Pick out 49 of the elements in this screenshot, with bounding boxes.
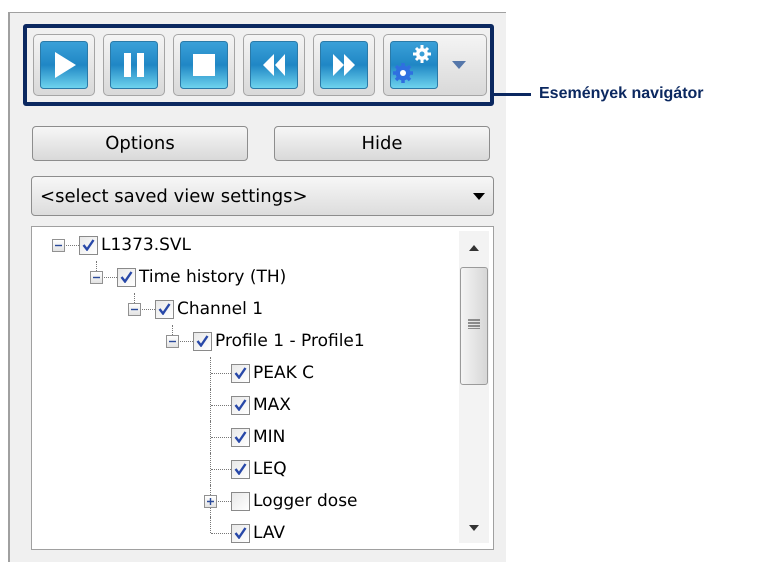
hide-button[interactable]: Hide xyxy=(274,126,490,161)
checkbox[interactable] xyxy=(231,364,250,382)
settings-button[interactable] xyxy=(383,34,487,96)
tree-item-label[interactable]: PEAK C xyxy=(253,362,314,384)
plus-icon xyxy=(207,498,214,504)
collapse-toggle[interactable] xyxy=(128,302,141,316)
tree-item-label[interactable]: Channel 1 xyxy=(177,298,264,320)
stop-icon xyxy=(180,41,228,89)
fast-forward-button[interactable] xyxy=(313,34,375,96)
checkbox[interactable] xyxy=(231,396,250,414)
grip-icon xyxy=(468,319,480,329)
tree-item-label[interactable]: Logger dose xyxy=(253,490,358,512)
checkbox[interactable] xyxy=(231,460,250,478)
scrollbar[interactable] xyxy=(459,231,489,543)
tree-item-label[interactable]: LAV xyxy=(253,522,286,544)
scroll-up-icon[interactable] xyxy=(469,245,479,251)
pause-icon xyxy=(110,41,158,89)
view-settings-dropdown[interactable]: <select saved view settings> xyxy=(31,176,494,216)
play-button[interactable] xyxy=(33,34,95,96)
scroll-thumb[interactable] xyxy=(460,267,488,385)
tree-item-label[interactable]: Time history (TH) xyxy=(139,266,286,288)
rewind-icon xyxy=(250,41,298,89)
tree-item-label[interactable]: L1373.SVL xyxy=(101,234,192,256)
checkbox[interactable] xyxy=(155,300,174,318)
dropdown-arrow-icon xyxy=(473,192,485,200)
checkbox[interactable] xyxy=(193,332,212,350)
collapse-toggle[interactable] xyxy=(166,334,179,348)
options-button[interactable]: Options xyxy=(32,126,248,161)
checkbox[interactable] xyxy=(231,428,250,446)
callout-label: Események navigátor xyxy=(539,84,704,104)
checkbox[interactable] xyxy=(231,492,250,510)
pause-button[interactable] xyxy=(103,34,165,96)
tree-item-label[interactable]: LEQ xyxy=(253,458,287,480)
collapse-toggle[interactable] xyxy=(90,270,103,284)
tree-item-label[interactable]: MAX xyxy=(253,394,291,416)
play-icon xyxy=(40,41,88,89)
tree-item-label[interactable]: Profile 1 - Profile1 xyxy=(215,330,365,352)
gears-icon xyxy=(390,41,438,89)
stop-button[interactable] xyxy=(173,34,235,96)
tree-item-label[interactable]: MIN xyxy=(253,426,286,448)
fast-forward-icon xyxy=(320,41,368,89)
rewind-button[interactable] xyxy=(243,34,305,96)
scroll-down-icon[interactable] xyxy=(469,525,479,531)
checkbox[interactable] xyxy=(231,524,250,542)
checkbox[interactable] xyxy=(79,236,98,254)
expand-toggle[interactable] xyxy=(204,494,217,508)
checkbox[interactable] xyxy=(117,268,136,286)
collapse-toggle[interactable] xyxy=(52,238,65,252)
dropdown-arrow-icon xyxy=(452,61,466,69)
